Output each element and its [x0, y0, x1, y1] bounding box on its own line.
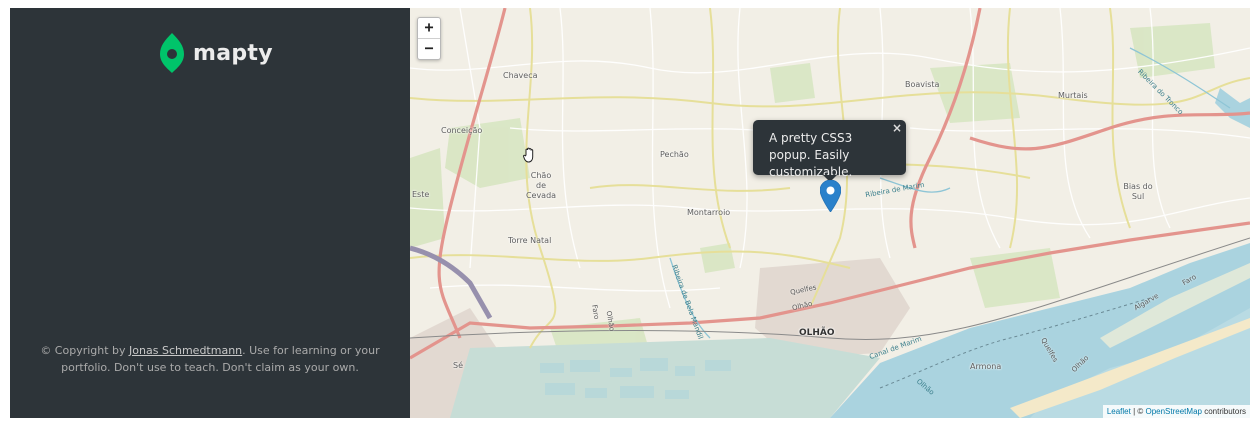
place-label-murtais: Murtais [1058, 91, 1088, 100]
map-attribution: Leaflet | © OpenStreetMap contributors [1102, 405, 1250, 418]
place-label-este: Este [412, 190, 430, 199]
logo-text: mapty [193, 40, 273, 66]
place-label-chaveca: Chaveca [503, 71, 538, 80]
marker-popup: A pretty CSS3 popup. Easily customizable… [753, 120, 906, 182]
place-label-montarroio: Montarroio [687, 208, 731, 217]
place-label-bias-do-sul: Bias do Sul [1123, 182, 1153, 201]
zoom-control: + − [417, 17, 441, 60]
place-label-se: Sé [453, 361, 463, 370]
copyright-prefix: © Copyright by [40, 344, 130, 357]
logo: mapty [160, 33, 273, 73]
popup-close-button[interactable]: × [892, 121, 902, 135]
popup-content: A pretty CSS3 popup. Easily customizable… [769, 131, 853, 179]
copyright-text: © Copyright by Jonas Schmedtmann. Use fo… [40, 342, 380, 376]
author-link[interactable]: Jonas Schmedtmann [129, 344, 242, 357]
place-label-pechao: Pechão [660, 150, 689, 159]
place-label-boavista: Boavista [905, 80, 940, 89]
place-label-olhao: OLHÃO [799, 328, 835, 338]
app-container: mapty © Copyright by Jonas Schmedtmann. … [10, 8, 1250, 418]
leaflet-link[interactable]: Leaflet [1107, 407, 1131, 416]
place-label-conceicao: Conceição [441, 126, 483, 135]
openstreetmap-link[interactable]: OpenStreetMap [1145, 407, 1201, 416]
map-pin-logo-icon [160, 33, 184, 73]
attribution-suffix: contributors [1201, 407, 1246, 416]
attribution-separator: | © [1130, 407, 1146, 416]
sidebar: mapty © Copyright by Jonas Schmedtmann. … [10, 8, 410, 418]
place-label-armona: Armona [970, 362, 1002, 371]
place-label-chao-de-cevada: Chão de Cevada [525, 171, 557, 200]
zoom-in-button[interactable]: + [418, 18, 440, 39]
grab-hand-icon [523, 147, 534, 163]
place-label-torre-natal: Torre Natal [508, 236, 552, 245]
map-marker-icon[interactable] [820, 180, 841, 212]
map-tiles[interactable] [410, 8, 1250, 418]
map[interactable]: Chaveca Conceição Chão de Cevada Torre N… [410, 8, 1250, 418]
zoom-out-button[interactable]: − [418, 39, 440, 59]
